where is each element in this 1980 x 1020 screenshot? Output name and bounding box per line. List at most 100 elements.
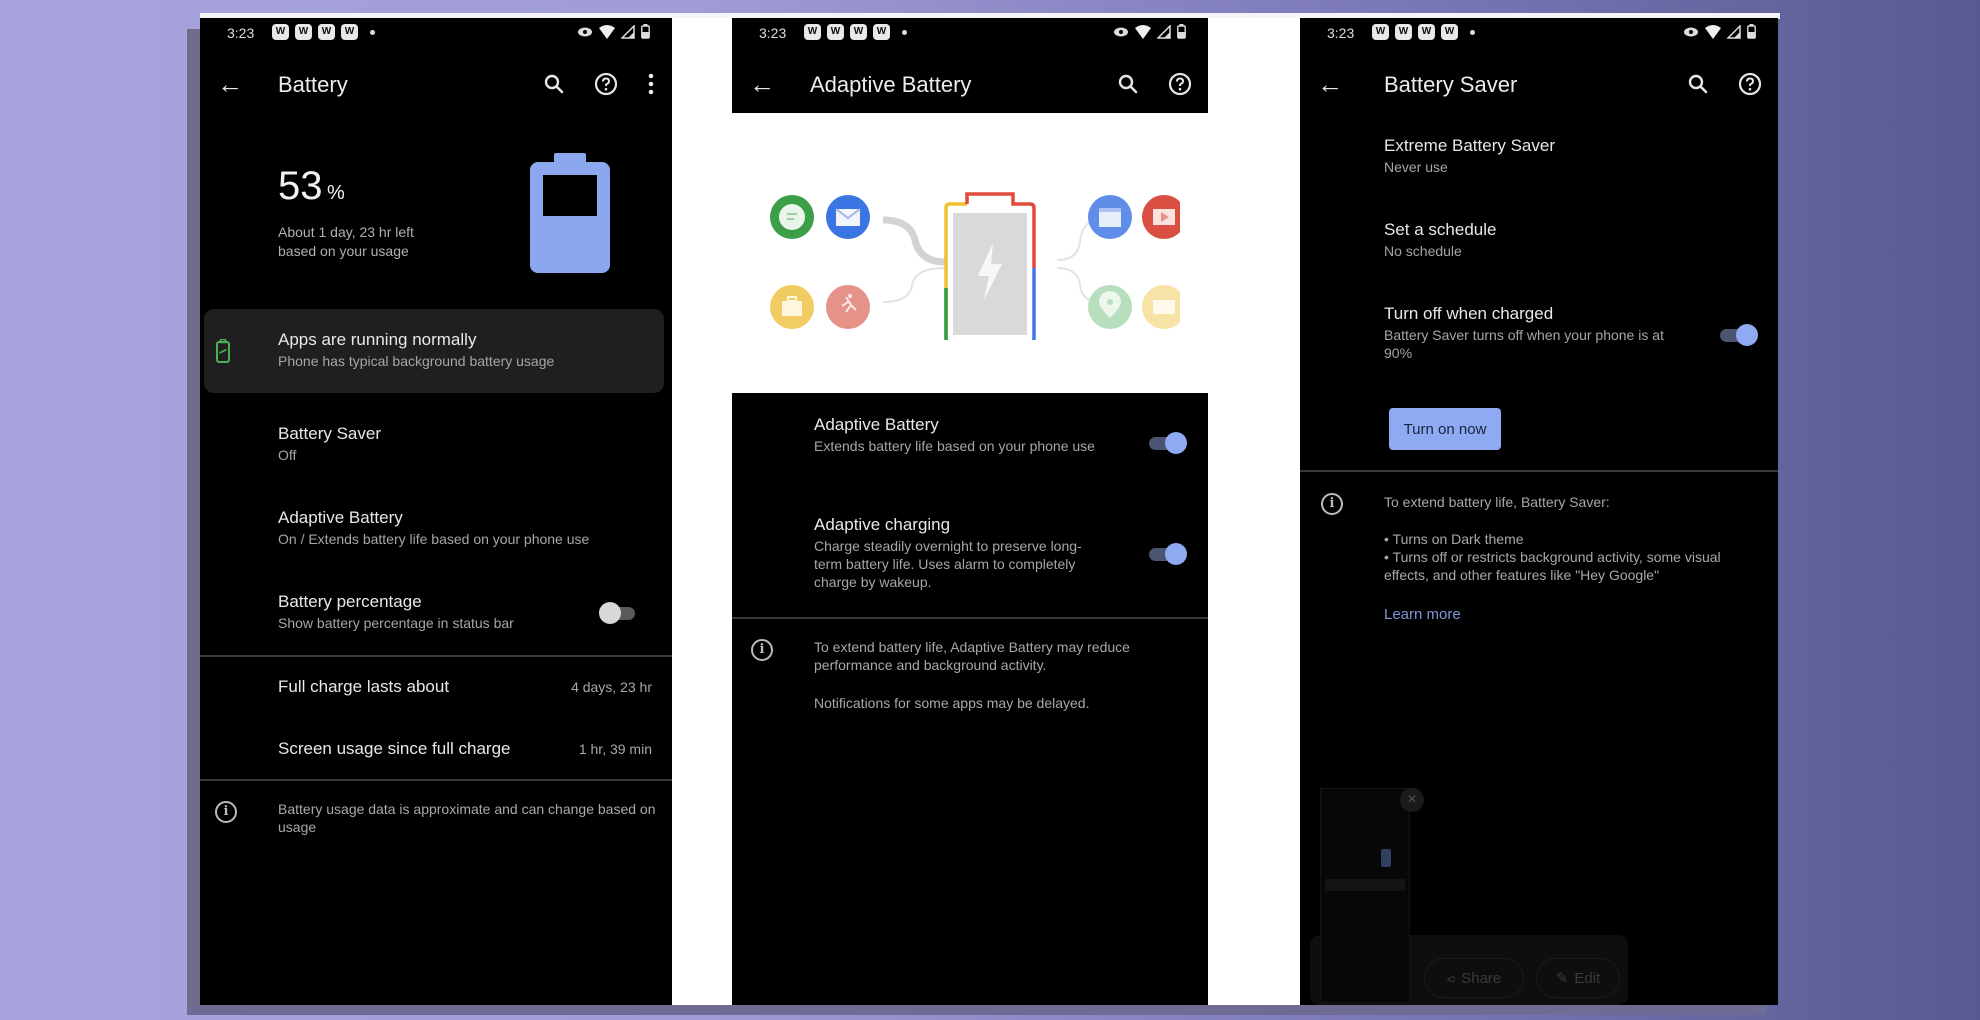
- briefcase-icon: [770, 285, 814, 329]
- more-notifications-dot: [1470, 30, 1475, 35]
- list-item-adaptive-battery[interactable]: Adaptive Battery Extends battery life ba…: [814, 415, 1114, 455]
- info-icon: i: [215, 801, 237, 823]
- battery-ok-icon: [216, 339, 230, 363]
- info-bullet: • Turns off or restricts background acti…: [1384, 549, 1721, 583]
- maps-icon: [1088, 285, 1132, 329]
- help-icon[interactable]: [1166, 70, 1194, 98]
- help-icon[interactable]: [592, 70, 620, 98]
- page-title: Adaptive Battery: [810, 72, 972, 97]
- notification-icon: W: [827, 24, 844, 40]
- search-icon[interactable]: [1114, 70, 1142, 98]
- notification-icon: W: [1372, 24, 1389, 40]
- learn-more-link[interactable]: Learn more: [1384, 606, 1461, 623]
- app-bar: ← Battery: [200, 66, 672, 106]
- edit-button[interactable]: ✎ Edit: [1536, 958, 1620, 998]
- battery-percent-value: 53: [278, 164, 323, 208]
- search-icon[interactable]: [1684, 70, 1712, 98]
- adaptive-charging-toggle[interactable]: [1147, 542, 1187, 566]
- battery-percentage-toggle[interactable]: [599, 601, 639, 625]
- notification-icons: W W W W: [272, 24, 375, 40]
- status-time: 3:23: [759, 25, 787, 41]
- eye-icon: [1684, 27, 1698, 36]
- battery-percent-unit: %: [326, 182, 345, 204]
- stat-label: Full charge lasts about: [278, 677, 450, 696]
- wifi-icon: [1135, 24, 1151, 39]
- item-title: Extreme Battery Saver: [1384, 136, 1556, 155]
- list-item-set-schedule[interactable]: Set a schedule No schedule: [1384, 220, 1496, 260]
- notification-icons: W W W W: [1372, 24, 1475, 40]
- share-button[interactable]: ⪦ Share: [1424, 958, 1524, 998]
- signal-icon: [621, 24, 635, 39]
- help-icon[interactable]: [1736, 70, 1764, 98]
- item-subtitle: Show battery percentage in status bar: [278, 615, 514, 631]
- thumbnail-battery-graphic: [1381, 849, 1391, 867]
- dismiss-screenshot-icon[interactable]: ×: [1400, 788, 1424, 812]
- battery-saver-screen: 3:23 W W W W ← Battery Saver Extreme Bat: [1300, 18, 1778, 1005]
- back-arrow-icon[interactable]: ←: [217, 70, 243, 98]
- screenshot-thumbnail[interactable]: [1320, 788, 1410, 1003]
- item-subtitle: Never use: [1384, 159, 1448, 175]
- more-vert-icon[interactable]: [644, 70, 658, 98]
- stat-row-screen-usage: Screen usage since full charge 1 hr, 39 …: [278, 739, 652, 759]
- page-title: Battery Saver: [1384, 72, 1518, 97]
- stat-row-full-charge: Full charge lasts about 4 days, 23 hr: [278, 677, 652, 697]
- list-item-adaptive-battery[interactable]: Adaptive Battery On / Extends battery li…: [278, 508, 668, 548]
- item-subtitle: Battery Saver turns off when your phone …: [1384, 327, 1664, 361]
- notification-icon: W: [1441, 24, 1458, 40]
- tip-card-title: Apps are running normally: [278, 330, 477, 349]
- status-right-icons: [1683, 24, 1756, 39]
- info-bullets: • Turns on Dark theme • Turns off or res…: [1384, 530, 1769, 584]
- share-label: Share: [1461, 969, 1502, 987]
- battery-estimate-line2: based on your usage: [278, 243, 409, 259]
- divider: [200, 779, 672, 781]
- divider: [200, 655, 672, 657]
- battery-percent: 53 %: [278, 164, 345, 209]
- item-title: Turn off when charged: [1384, 304, 1554, 323]
- notification-icon: W: [850, 24, 867, 40]
- connector-line: [882, 267, 946, 303]
- status-bar: 3:23 W W W W: [200, 18, 672, 48]
- app-bar: ← Adaptive Battery: [732, 66, 1208, 106]
- item-title: Adaptive Battery: [814, 415, 939, 434]
- notification-icon: W: [272, 24, 289, 40]
- notification-icon: W: [295, 24, 312, 40]
- adaptive-battery-settings: Adaptive Battery Extends battery life ba…: [732, 393, 1208, 1005]
- item-subtitle: Extends battery life based on your phone…: [814, 438, 1095, 454]
- item-subtitle: Off: [278, 447, 297, 463]
- notification-icon: W: [318, 24, 335, 40]
- turn-on-now-button[interactable]: Turn on now: [1389, 408, 1501, 450]
- list-item-battery-saver[interactable]: Battery Saver Off: [278, 424, 381, 464]
- footer-info-text: Battery usage data is approximate and ca…: [278, 801, 656, 835]
- tip-card[interactable]: Apps are running normally Phone has typi…: [204, 309, 664, 393]
- list-item-battery-percentage[interactable]: Battery percentage Show battery percenta…: [278, 592, 514, 632]
- battery-estimate-line1: About 1 day, 23 hr left: [278, 224, 414, 240]
- back-arrow-icon[interactable]: ←: [749, 70, 775, 98]
- status-bar: 3:23 W W W W: [1300, 18, 1778, 48]
- back-arrow-icon[interactable]: ←: [1317, 70, 1343, 98]
- list-item-adaptive-charging[interactable]: Adaptive charging Charge steadily overni…: [814, 515, 1104, 591]
- divider: [732, 617, 1208, 619]
- app-bar: ← Battery Saver: [1300, 66, 1778, 106]
- signal-icon: [1157, 24, 1171, 39]
- edit-label: Edit: [1574, 969, 1601, 987]
- item-title: Battery Saver: [278, 424, 381, 443]
- signal-icon: [1727, 24, 1741, 39]
- panel-shadow-bottom: [187, 1005, 1767, 1015]
- list-item-extreme-battery-saver[interactable]: Extreme Battery Saver Never use: [1384, 136, 1555, 176]
- notification-icon: W: [804, 24, 821, 40]
- item-title: Adaptive Battery: [278, 508, 403, 527]
- adaptive-battery-illustration: [760, 180, 1186, 345]
- email-icon: [826, 195, 870, 239]
- search-icon[interactable]: [540, 70, 568, 98]
- panel-shadow: [187, 29, 201, 1015]
- status-time: 3:23: [1327, 25, 1355, 41]
- messages-icon: [770, 195, 814, 239]
- turn-off-when-charged-toggle[interactable]: [1718, 323, 1758, 347]
- stat-value: 4 days, 23 hr: [571, 679, 652, 695]
- wifi-icon: [599, 24, 615, 39]
- adaptive-battery-toggle[interactable]: [1147, 431, 1187, 455]
- calendar-icon: [1088, 195, 1132, 239]
- list-item-turn-off-when-charged[interactable]: Turn off when charged Battery Saver turn…: [1384, 304, 1684, 362]
- notification-icon: W: [1395, 24, 1412, 40]
- battery-estimate: About 1 day, 23 hr left based on your us…: [278, 223, 414, 261]
